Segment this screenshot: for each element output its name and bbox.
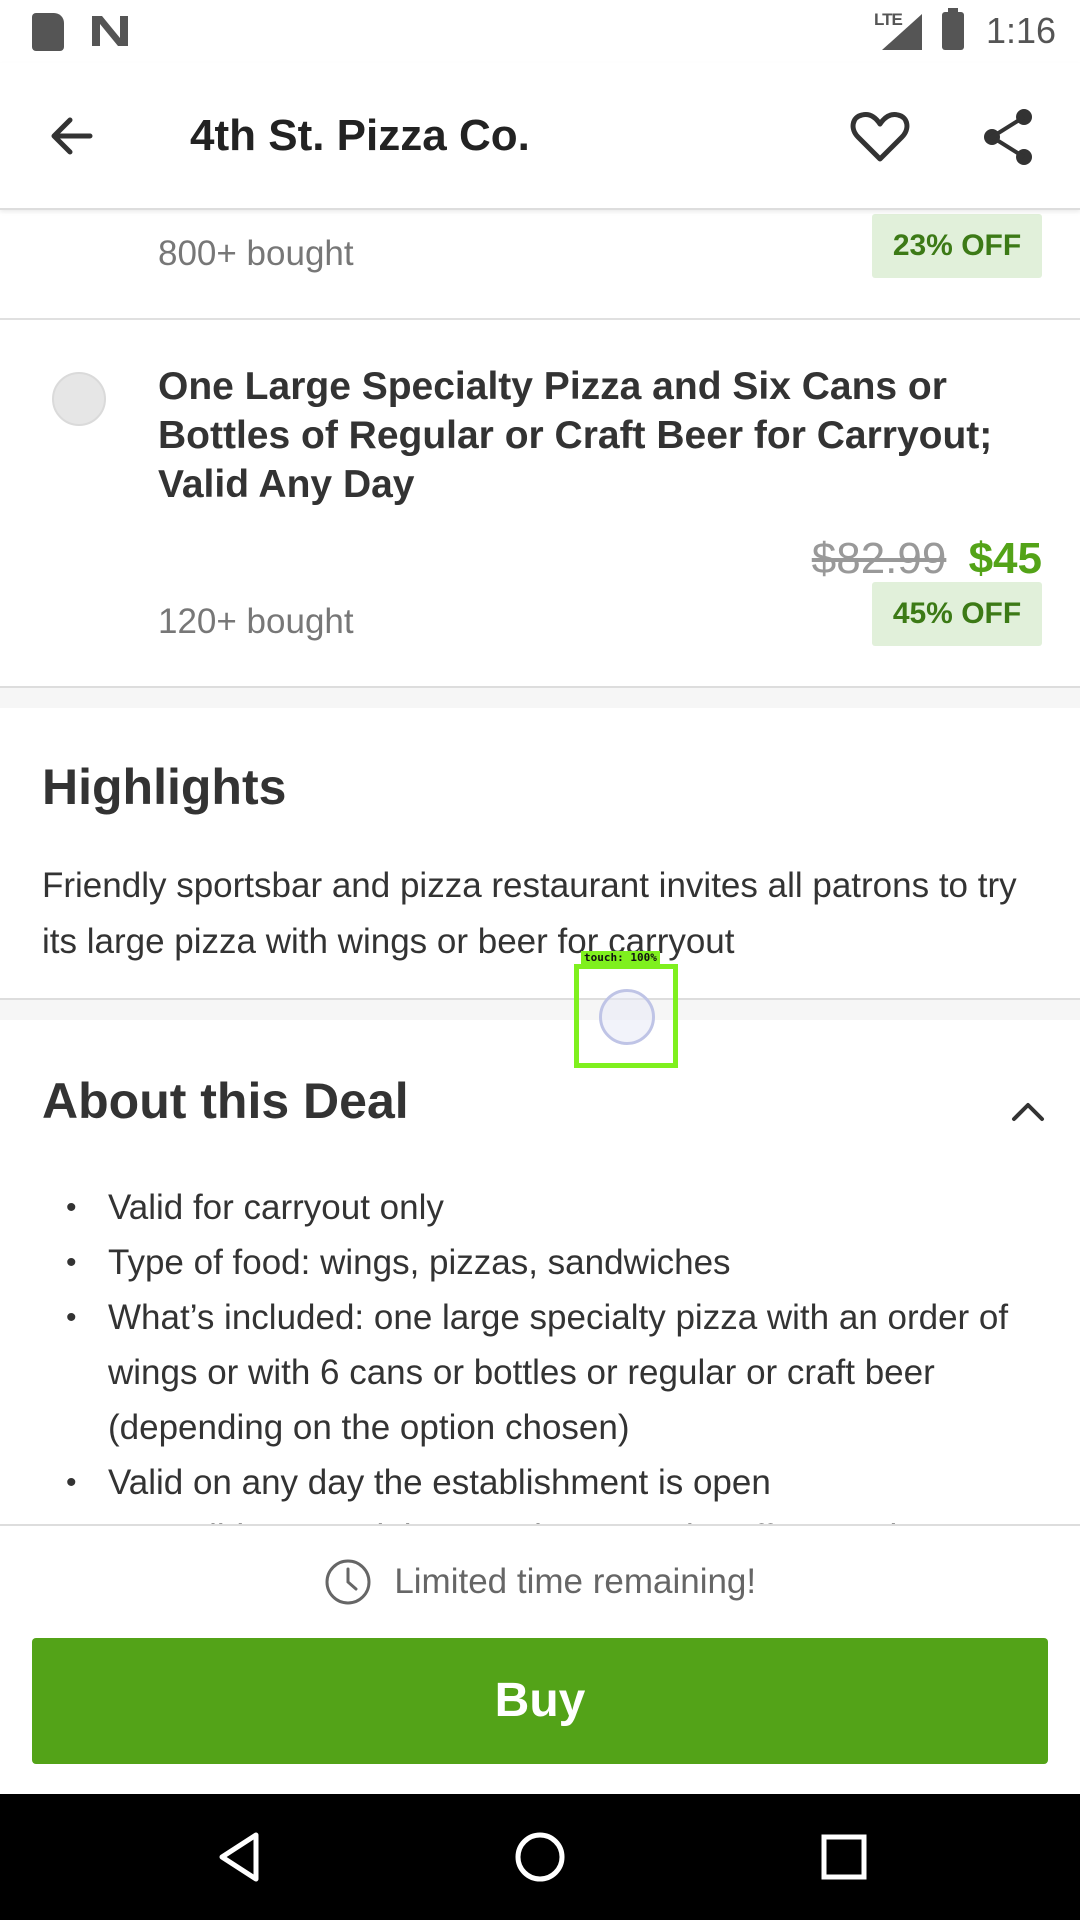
touch-point bbox=[599, 989, 655, 1045]
favorite-heart-icon[interactable] bbox=[850, 107, 910, 167]
option-radio[interactable] bbox=[52, 372, 106, 426]
battery-icon bbox=[942, 8, 964, 50]
back-arrow-icon[interactable] bbox=[44, 108, 100, 164]
section-divider bbox=[0, 1000, 1080, 1020]
buy-panel: Limited time remaining! Buy bbox=[0, 1524, 1080, 1794]
signal-icon bbox=[882, 14, 922, 50]
buy-button[interactable]: Buy bbox=[32, 1638, 1048, 1764]
deal-option[interactable]: One Large Specialty Pizza and Six Cans o… bbox=[0, 320, 1080, 688]
highlights-text: Friendly sportsbar and pizza restaurant … bbox=[42, 866, 1017, 961]
sd-card-icon bbox=[32, 13, 64, 51]
about-bullet-list: Valid for carryout only Type of food: wi… bbox=[66, 1180, 1046, 1524]
clock-time: 1:16 bbox=[986, 10, 1057, 51]
discount-badge: 45% OFF bbox=[872, 582, 1042, 646]
list-item: Valid for carryout only bbox=[66, 1180, 1046, 1235]
chevron-up-icon[interactable] bbox=[1008, 1095, 1048, 1125]
bought-count: 800+ bought bbox=[158, 234, 354, 273]
share-icon[interactable] bbox=[980, 107, 1036, 167]
deal-option-previous[interactable]: 800+ bought 23% OFF bbox=[0, 210, 1080, 320]
touch-label: touch: 100% bbox=[581, 951, 660, 964]
section-divider bbox=[0, 688, 1080, 708]
list-item: What’s included: one large specialty piz… bbox=[66, 1290, 1046, 1455]
about-deal-section: About this Deal Valid for carryout only … bbox=[0, 1020, 1080, 1524]
price-row: $82.99 $45 bbox=[812, 534, 1042, 584]
clock-icon bbox=[325, 1559, 371, 1605]
option-title: One Large Specialty Pizza and Six Cans o… bbox=[158, 365, 993, 506]
touch-indicator: touch: 100% bbox=[574, 951, 678, 1068]
discount-badge: 23% OFF bbox=[872, 214, 1042, 278]
list-item: Type of food: wings, pizzas, sandwiches bbox=[66, 1235, 1046, 1290]
list-item: Valid on any day the establishment is op… bbox=[66, 1455, 1046, 1510]
limited-time-row: Limited time remaining! bbox=[0, 1558, 1080, 1612]
system-nav-bar bbox=[0, 1794, 1080, 1920]
original-price: $82.99 bbox=[811, 534, 947, 583]
deal-content[interactable]: 800+ bought 23% OFF One Large Specialty … bbox=[0, 210, 1080, 1524]
highlights-section: Highlights Friendly sportsbar and pizza … bbox=[0, 708, 1080, 1000]
page-title: 4th St. Pizza Co. bbox=[190, 111, 530, 160]
notification-n-icon bbox=[92, 16, 128, 46]
nav-recents-icon[interactable] bbox=[814, 1827, 874, 1887]
bought-count: 120+ bought bbox=[158, 602, 354, 641]
nav-home-icon[interactable] bbox=[510, 1827, 570, 1887]
limited-time-text: Limited time remaining! bbox=[394, 1562, 757, 1601]
highlights-heading: Highlights bbox=[42, 759, 287, 815]
deal-price: $45 bbox=[968, 534, 1042, 583]
list-item: Not valid on special events because the … bbox=[66, 1510, 1046, 1524]
nav-back-icon[interactable] bbox=[210, 1827, 270, 1887]
status-bar: LTE 1:16 bbox=[0, 0, 1080, 63]
app-bar: 4th St. Pizza Co. bbox=[0, 63, 1080, 210]
about-heading[interactable]: About this Deal bbox=[42, 1072, 409, 1130]
